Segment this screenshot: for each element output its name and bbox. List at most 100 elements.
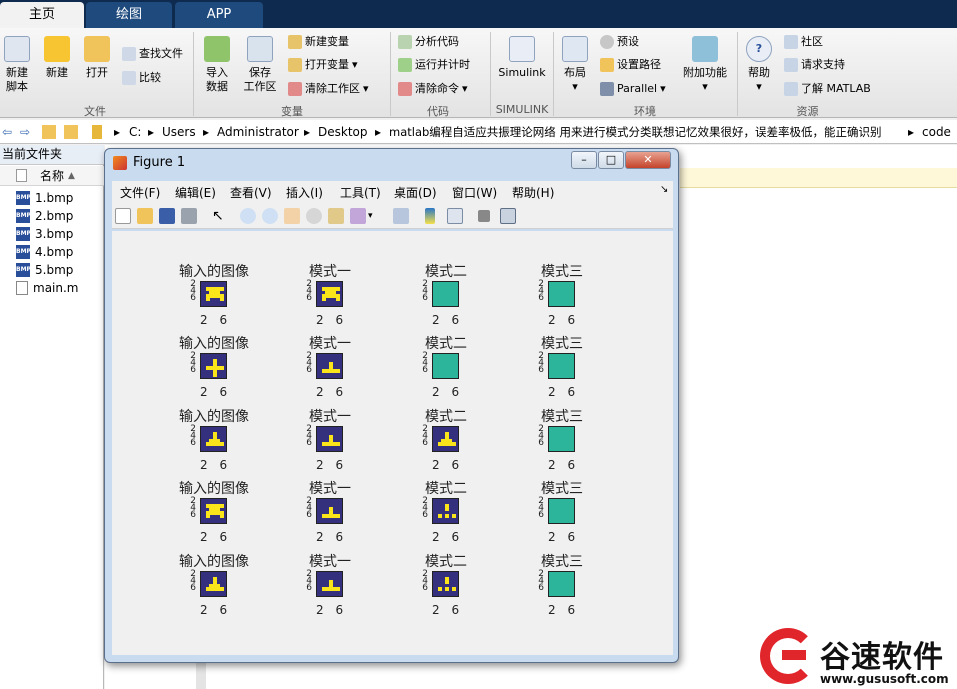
- forward-arrow-icon[interactable]: ⇨: [20, 120, 30, 143]
- import-data-button[interactable]: 导入 数据: [200, 36, 234, 94]
- run-and-time-button[interactable]: 运行并计时: [398, 57, 470, 73]
- open-file-icon[interactable]: [137, 208, 153, 224]
- print-icon[interactable]: [181, 208, 197, 224]
- new-variable-button[interactable]: 新建变量: [288, 34, 349, 50]
- browse-folder-icon[interactable]: [64, 125, 78, 139]
- hide-tools-icon[interactable]: [478, 210, 490, 222]
- subplot-title: 模式三: [541, 336, 583, 352]
- learn-matlab-button[interactable]: 了解 MATLAB: [784, 81, 871, 97]
- data-cursor-icon[interactable]: [328, 208, 344, 224]
- x-tick-labels: 2 6: [316, 458, 348, 472]
- breadcrumb-code[interactable]: code: [922, 120, 951, 143]
- chevron-down-icon[interactable]: ▾: [368, 208, 376, 224]
- file-group-label: 文件: [84, 105, 106, 118]
- watermark-logo: 谷速软件 www.gususoft.com: [760, 628, 957, 689]
- preferences-button[interactable]: 预设: [600, 34, 639, 50]
- breadcrumb-project-folder[interactable]: matlab编程自适应共振理论网络 用来进行模式分类联想记忆效果很好，误差率极低…: [389, 120, 881, 143]
- rotate-3d-icon[interactable]: [306, 208, 322, 224]
- x-tick-labels: 2 6: [548, 385, 580, 399]
- chevron-down-icon: ▾: [702, 80, 708, 93]
- tab-apps[interactable]: APP: [175, 2, 263, 28]
- list-item[interactable]: main.m: [16, 279, 79, 297]
- colorbar-icon[interactable]: [425, 208, 435, 224]
- parallel-button[interactable]: Parallel ▾: [600, 81, 666, 97]
- simulink-button[interactable]: Simulink: [496, 36, 548, 80]
- save-icon[interactable]: [159, 208, 175, 224]
- breadcrumb-administrator[interactable]: Administrator: [217, 120, 299, 143]
- help-button[interactable]: ? 帮助 ▾: [742, 36, 776, 94]
- menu-desktop[interactable]: 桌面(D): [394, 184, 437, 201]
- dock-arrow-icon[interactable]: ↘: [660, 184, 668, 195]
- find-files-label: 查找文件: [139, 47, 183, 60]
- figure-canvas: 输入的图像 2 4 6 2 6 模式一 2 4 6 2 6 模式二 2 4 6 2 6 模式三 2 4 6 2 6 输入…: [112, 231, 673, 655]
- menu-view[interactable]: 查看(V): [230, 184, 272, 201]
- address-bar[interactable]: ⇦ ⇨ ▸ C: ▸ Users ▸ Administrator ▸ Deskt…: [0, 120, 957, 144]
- menu-file[interactable]: 文件(F): [120, 184, 160, 201]
- breadcrumb-sep: ▸: [203, 125, 210, 139]
- list-item[interactable]: BMP 5.bmp: [16, 261, 73, 279]
- zoom-in-icon[interactable]: [240, 208, 256, 224]
- pattern-image: [316, 571, 343, 597]
- clear-workspace-button[interactable]: 清除工作区 ▾: [288, 81, 369, 97]
- maximize-button[interactable]: □: [598, 151, 624, 169]
- analyze-code-button[interactable]: 分析代码: [398, 34, 459, 50]
- list-item[interactable]: BMP 3.bmp: [16, 225, 73, 243]
- pattern-pixel: [444, 507, 449, 512]
- new-figure-icon[interactable]: [115, 208, 131, 224]
- chevron-down-icon: ▾: [462, 82, 468, 95]
- subplot-title: 模式一: [309, 264, 351, 280]
- legend-icon[interactable]: [447, 208, 463, 224]
- list-item[interactable]: BMP 2.bmp: [16, 207, 73, 225]
- menu-insert[interactable]: 插入(I): [286, 184, 323, 201]
- set-path-button[interactable]: 设置路径: [600, 57, 661, 73]
- pan-hand-icon[interactable]: [284, 208, 300, 224]
- environment-group-label: 环境: [634, 105, 656, 118]
- blank-pattern-image: [548, 498, 575, 524]
- community-button[interactable]: 社区: [784, 34, 823, 50]
- pattern-pixel: [220, 503, 224, 508]
- up-folder-icon[interactable]: [42, 125, 56, 139]
- layout-button[interactable]: 布局 ▾: [558, 36, 592, 94]
- pattern-pixel: [220, 442, 224, 447]
- list-item[interactable]: BMP 1.bmp: [16, 189, 73, 207]
- save-workspace-button[interactable]: 保存 工作区: [240, 36, 280, 94]
- breadcrumb-desktop[interactable]: Desktop: [318, 120, 368, 143]
- new-script-button[interactable]: 新建 脚本: [2, 36, 32, 94]
- menu-edit[interactable]: 编辑(E): [175, 184, 216, 201]
- request-support-button[interactable]: 请求支持: [784, 57, 845, 73]
- link-plot-icon[interactable]: [393, 208, 409, 224]
- subplot-title: 输入的图像: [179, 336, 249, 352]
- menu-help[interactable]: 帮助(H): [512, 184, 554, 201]
- open-variable-button[interactable]: 打开变量 ▾: [288, 57, 358, 73]
- new-button[interactable]: 新建: [40, 36, 74, 80]
- brush-icon[interactable]: [350, 208, 366, 224]
- plus-icon: [44, 36, 70, 62]
- learn-matlab-label: 了解 MATLAB: [801, 82, 871, 95]
- new-script-label: 新建 脚本: [6, 66, 28, 93]
- minimize-button[interactable]: –: [571, 151, 597, 169]
- pattern-pixel: [220, 587, 224, 592]
- breadcrumb-c[interactable]: C:: [129, 120, 141, 143]
- find-files-button[interactable]: 查找文件: [122, 46, 183, 62]
- menu-window[interactable]: 窗口(W): [452, 184, 497, 201]
- list-item[interactable]: BMP 4.bmp: [16, 243, 73, 261]
- tab-home[interactable]: 主页: [0, 2, 84, 28]
- clear-commands-button[interactable]: 清除命令 ▾: [398, 81, 468, 97]
- column-header-name[interactable]: 名称 ▲: [0, 166, 104, 186]
- pointer-icon[interactable]: ↖: [212, 208, 228, 224]
- show-tools-icon[interactable]: [500, 208, 516, 224]
- y-tick-label: 6: [190, 293, 196, 303]
- add-ons-button[interactable]: 附加功能 ▾: [680, 36, 730, 94]
- zoom-out-icon[interactable]: [262, 208, 278, 224]
- compare-button[interactable]: 比较: [122, 70, 161, 86]
- menu-tools[interactable]: 工具(T): [340, 184, 381, 201]
- x-tick-labels: 2 6: [548, 313, 580, 327]
- support-icon: [784, 58, 798, 72]
- blank-pattern-image: [432, 281, 459, 307]
- file-name: 2.bmp: [35, 209, 74, 223]
- open-button[interactable]: 打开: [80, 36, 114, 80]
- back-arrow-icon[interactable]: ⇦: [2, 120, 12, 143]
- tab-plots[interactable]: 绘图: [86, 2, 172, 28]
- close-button[interactable]: ✕: [625, 151, 671, 169]
- breadcrumb-users[interactable]: Users: [162, 120, 196, 143]
